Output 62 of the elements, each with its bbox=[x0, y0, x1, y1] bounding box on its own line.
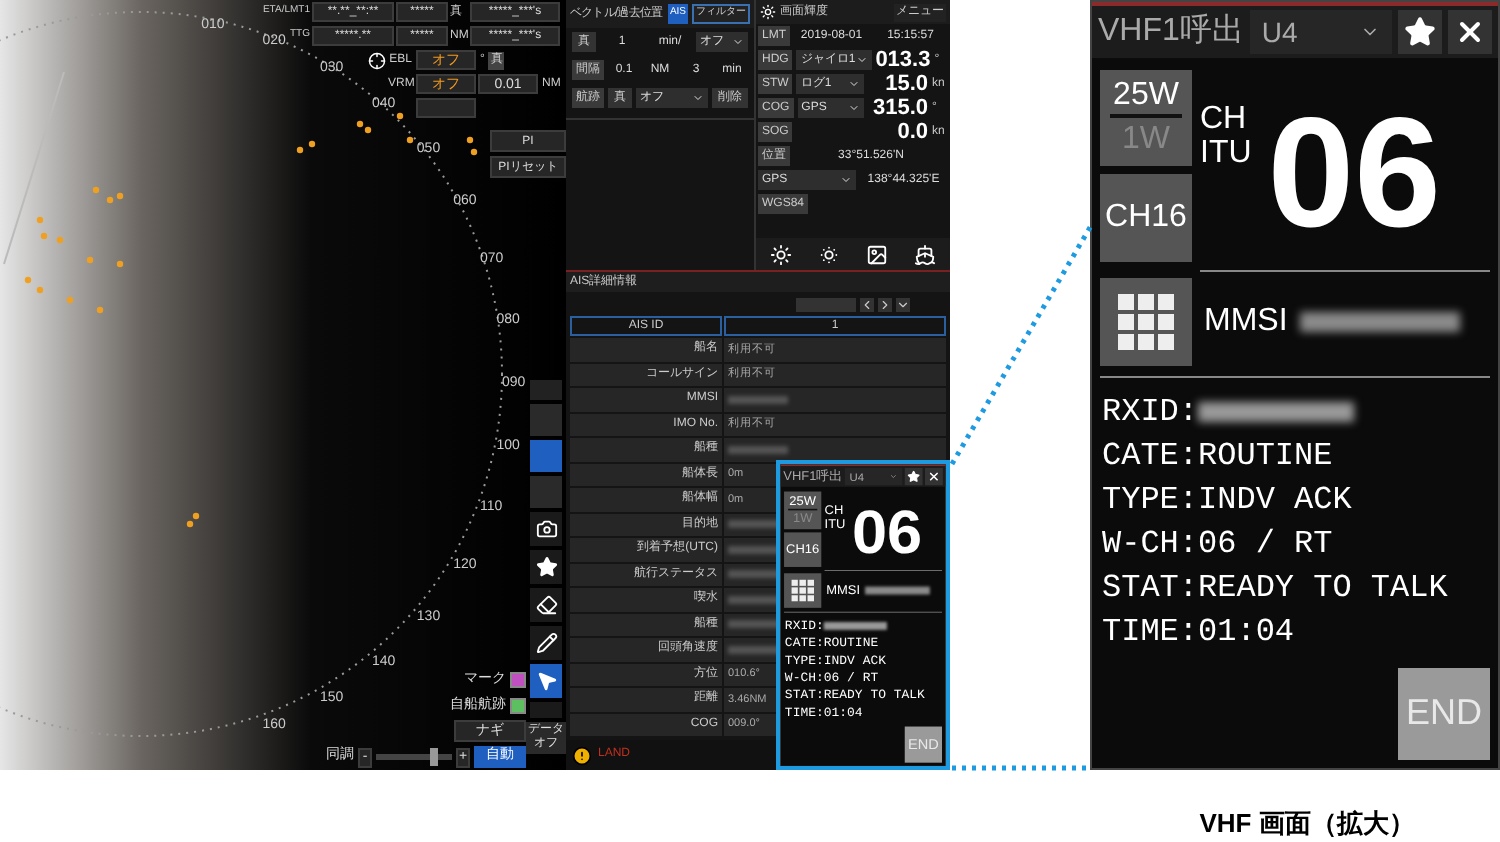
keypad-icon bbox=[1118, 294, 1174, 350]
blurred-value bbox=[823, 622, 887, 630]
picture-icon[interactable] bbox=[866, 243, 889, 265]
power-option[interactable]: 25W bbox=[1109, 78, 1183, 118]
brightness-icon[interactable] bbox=[760, 4, 776, 20]
blurred-value bbox=[864, 586, 930, 595]
status-line: CATE:ROUTINE bbox=[1102, 436, 1335, 478]
slider-thumb[interactable] bbox=[429, 748, 437, 766]
blurred-value bbox=[728, 395, 788, 404]
ship-icon[interactable] bbox=[914, 243, 937, 265]
camera-tool-button[interactable] bbox=[530, 512, 562, 546]
reading-value: 15.0 bbox=[883, 74, 928, 94]
sun-icon[interactable] bbox=[769, 243, 792, 265]
cursor-tool-button[interactable] bbox=[530, 664, 562, 698]
close-icon bbox=[927, 470, 941, 483]
star-tool-button[interactable] bbox=[530, 550, 562, 584]
close-button[interactable] bbox=[1448, 10, 1492, 54]
camera-icon bbox=[535, 518, 557, 540]
legend-swatch[interactable] bbox=[510, 672, 526, 689]
star-icon bbox=[907, 470, 921, 483]
star-icon bbox=[535, 556, 557, 578]
keypad-button[interactable] bbox=[784, 573, 822, 608]
ch-label: CH bbox=[1200, 102, 1249, 136]
window-title: VHF1呼出 bbox=[1098, 11, 1244, 52]
status-line: W-CH:06 / RT bbox=[1102, 524, 1335, 566]
mmsi-label: MMSI bbox=[1204, 302, 1288, 342]
caret-icon bbox=[692, 92, 704, 104]
reading-value: 0.0 bbox=[895, 122, 928, 142]
status-line: TYPE:INDV ACK bbox=[1102, 480, 1354, 522]
tune-slider[interactable] bbox=[376, 754, 452, 760]
status-line: STAT:READY TO TALK bbox=[1102, 568, 1450, 610]
close-icon bbox=[1454, 16, 1486, 48]
itu-label: ITU bbox=[1200, 136, 1252, 170]
keypad-icon bbox=[791, 579, 814, 602]
crosshair-icon[interactable] bbox=[368, 51, 386, 69]
channel-number: 06 bbox=[1267, 94, 1442, 250]
favorite-button[interactable] bbox=[1398, 10, 1442, 54]
star-icon bbox=[1404, 16, 1436, 48]
pencil-icon bbox=[535, 632, 557, 654]
ch16-button[interactable]: CH16 bbox=[1100, 174, 1192, 262]
eraser-tool-button[interactable] bbox=[530, 588, 562, 622]
blurred-value bbox=[728, 445, 788, 454]
previous-icon[interactable] bbox=[860, 297, 874, 311]
reading-value: 315.0 bbox=[870, 98, 929, 118]
unit-dropdown[interactable]: U4 bbox=[1249, 10, 1392, 54]
cursor-icon bbox=[535, 670, 557, 692]
status-line: TIME:01:04 bbox=[1102, 612, 1297, 654]
warning-icon bbox=[572, 745, 592, 765]
eraser-icon bbox=[535, 594, 557, 616]
keypad-button[interactable] bbox=[1100, 278, 1192, 366]
caret-icon[interactable] bbox=[896, 297, 910, 311]
rxid-label: RXID: bbox=[1102, 392, 1199, 434]
caret-icon bbox=[839, 174, 851, 186]
caret-icon bbox=[732, 36, 744, 48]
next-icon[interactable] bbox=[878, 297, 892, 311]
favorite-button[interactable] bbox=[904, 467, 923, 486]
pencil-tool-button[interactable] bbox=[530, 626, 562, 660]
caption: VHF 画面（拡大） bbox=[1197, 805, 1417, 841]
channel-number: 06 bbox=[851, 500, 923, 563]
close-button[interactable] bbox=[925, 467, 943, 486]
reading-value: 013.3 bbox=[875, 50, 931, 70]
empty-field bbox=[416, 98, 476, 118]
